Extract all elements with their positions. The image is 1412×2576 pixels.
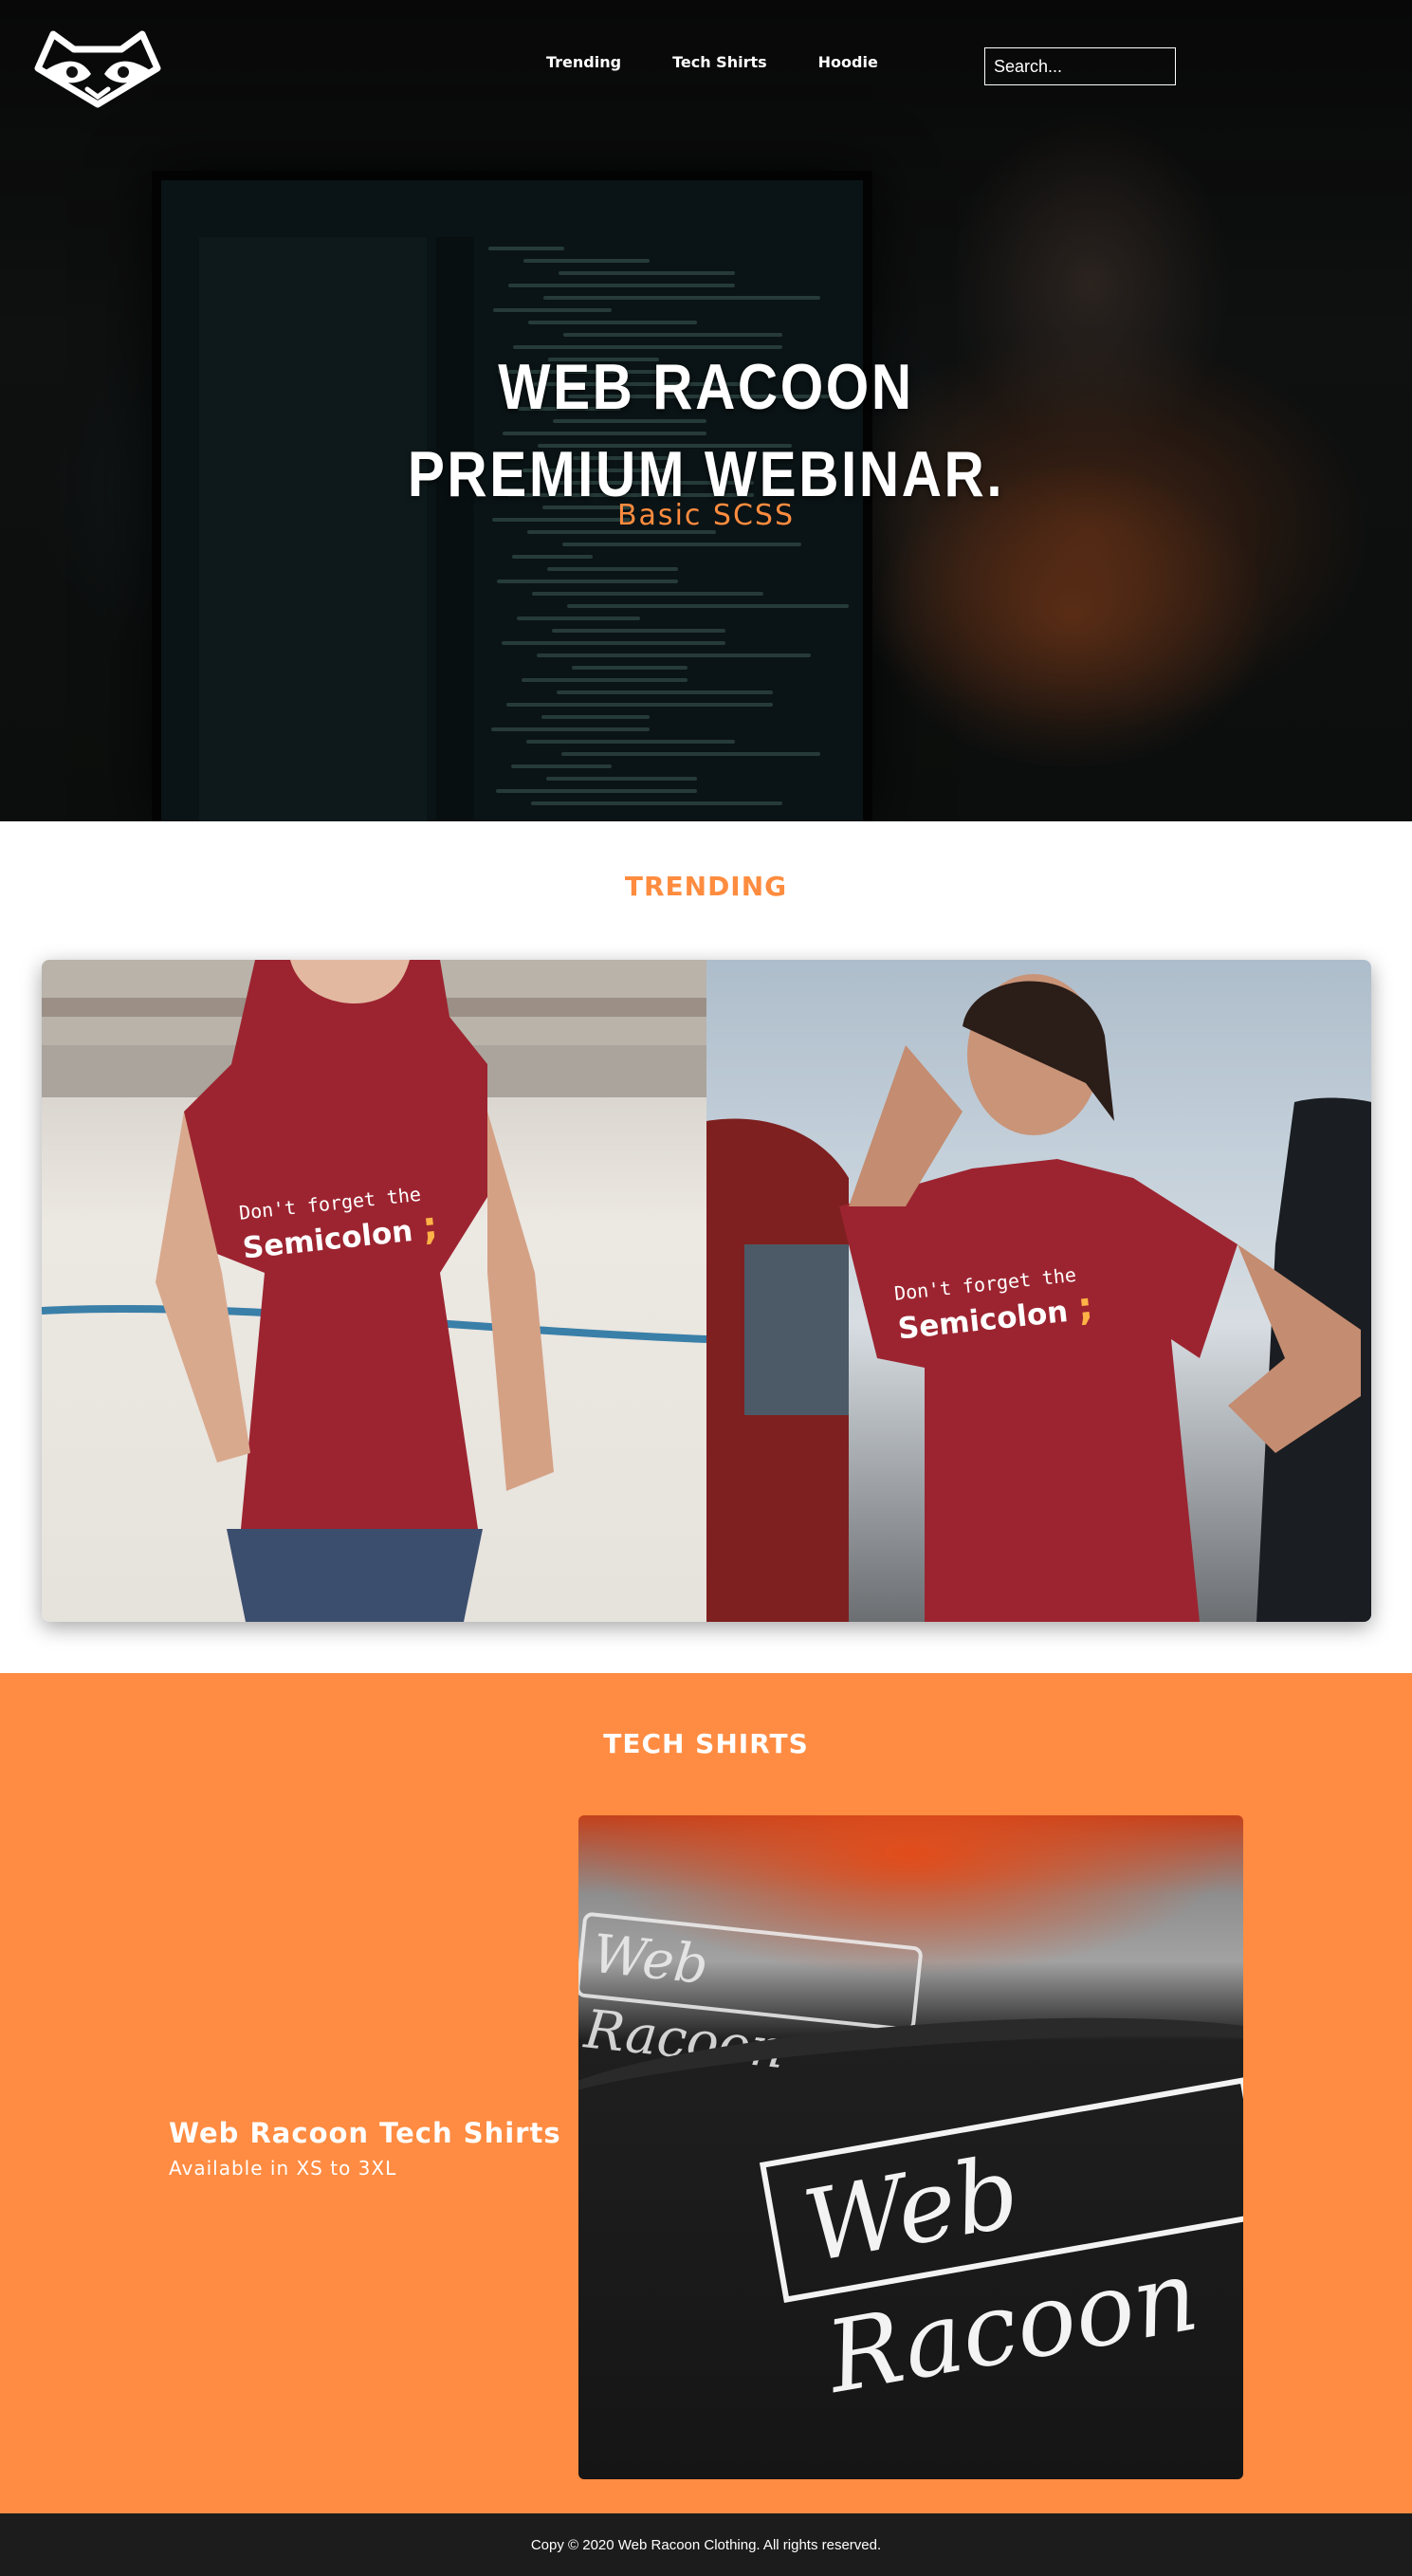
grey-shirt-label: Web Racoon: [578, 1911, 924, 2081]
hero-title: WEB RACOON PREMIUM WEBINAR.: [99, 343, 1313, 518]
tech-shirts-photo[interactable]: Web Racoon Web Racoon: [578, 1815, 1243, 2479]
tech-shirts-caption: Available in XS to 3XL: [169, 2157, 397, 2180]
site-footer: Copy © 2020 Web Racoon Clothing. All rig…: [0, 2513, 1412, 2576]
search-input[interactable]: [984, 47, 1176, 85]
tech-shirts-section: TECH SHIRTS Web Racoon Tech Shirts Avail…: [0, 1673, 1412, 2513]
raccoon-logo-icon[interactable]: [28, 28, 167, 108]
main-nav: Trending Tech Shirts Hoodie: [546, 53, 878, 71]
nav-link-hoodie[interactable]: Hoodie: [818, 53, 878, 71]
trending-photo-1[interactable]: Don't forget the Semicolon ;: [42, 960, 706, 1622]
trending-section-title: TRENDING: [624, 871, 788, 902]
hero-subtitle: Basic SCSS: [616, 499, 796, 532]
hero-banner: Trending Tech Shirts Hoodie WEB RACOON P…: [0, 0, 1412, 821]
trending-gallery: Don't forget the Semicolon ; Don't forge…: [42, 960, 1371, 1622]
nav-link-tech-shirts[interactable]: Tech Shirts: [672, 53, 767, 71]
tech-shirts-heading: Web Racoon Tech Shirts: [169, 2117, 561, 2149]
trending-photo-2[interactable]: Don't forget the Semicolon ;: [706, 960, 1371, 1622]
hero-title-line1: WEB RACOON: [498, 351, 914, 423]
footer-copyright: Copy © 2020 Web Racoon Clothing. All rig…: [530, 2536, 882, 2553]
nav-link-trending[interactable]: Trending: [546, 53, 621, 71]
tech-shirts-section-title: TECH SHIRTS: [603, 1728, 809, 1759]
photo-1-graphic: [42, 960, 706, 1622]
